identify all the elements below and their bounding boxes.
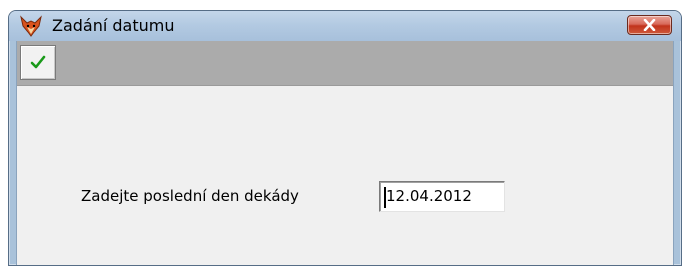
window-title: Zadání datumu: [52, 16, 175, 35]
dialog-content: Zadejte poslední den dekády 12.04.2012: [16, 41, 674, 265]
date-input-value: 12.04.2012: [386, 187, 472, 205]
confirm-button[interactable]: [20, 45, 56, 80]
checkmark-icon: [30, 55, 46, 69]
text-caret: [384, 187, 386, 208]
title-bar[interactable]: Zadání datumu: [9, 11, 681, 41]
dialog-window: Zadání datumu Zadejte poslední den dekád…: [8, 10, 682, 266]
fox-icon: [19, 15, 43, 39]
close-button[interactable]: [627, 15, 672, 35]
date-prompt-label: Zadejte poslední den dekády: [81, 187, 299, 205]
close-icon: [643, 19, 656, 31]
toolbar: [17, 41, 673, 86]
date-input[interactable]: 12.04.2012: [379, 181, 505, 212]
